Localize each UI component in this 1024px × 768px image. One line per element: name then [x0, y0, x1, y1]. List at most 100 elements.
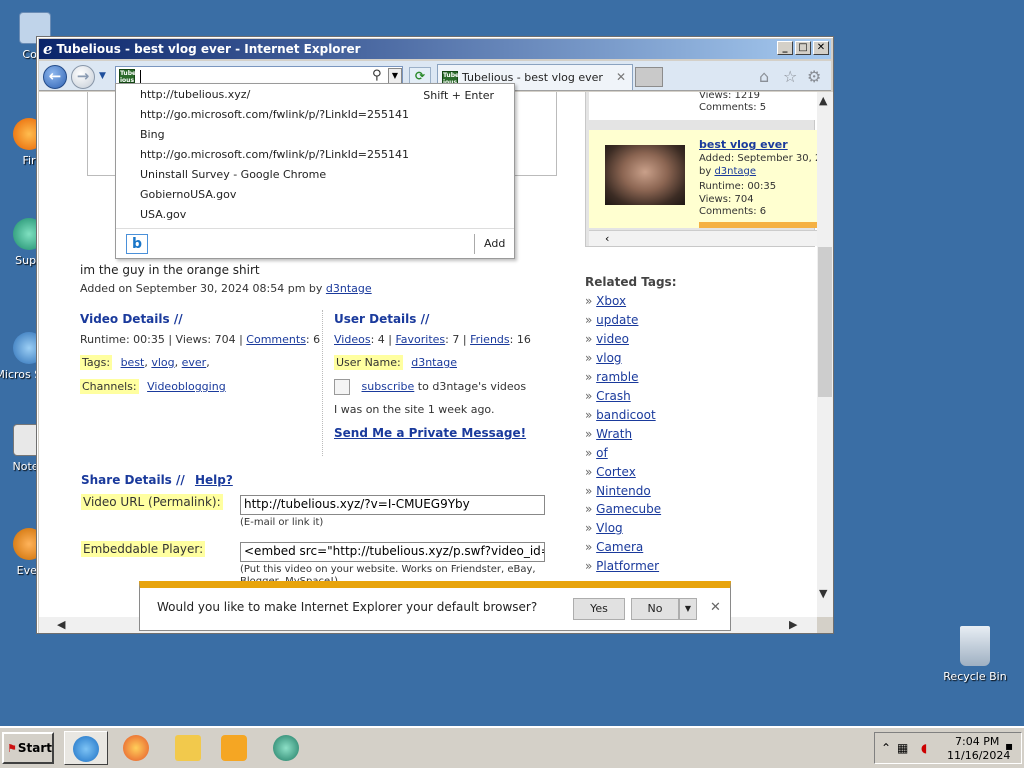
- related-video-title-link[interactable]: best vlog ever: [699, 138, 788, 151]
- arrow-right-icon: →: [76, 67, 90, 85]
- scrollbar-thumb[interactable]: [818, 247, 832, 397]
- related-tag-link[interactable]: bandicoot: [596, 408, 656, 422]
- arrow-left-icon: ←: [48, 67, 62, 85]
- show-desktop-icon[interactable]: ▪: [1005, 739, 1013, 753]
- username-link[interactable]: d3ntage: [411, 356, 457, 369]
- related-tag-link[interactable]: Wrath: [596, 427, 632, 441]
- video-stats: Runtime: 00:35 | Views: 704 | Comments: …: [80, 333, 321, 346]
- network-icon[interactable]: ▦: [897, 741, 908, 755]
- close-icon[interactable]: ✕: [710, 600, 721, 615]
- related-video-item[interactable]: best vlog ever Added: September 30, 202 …: [589, 130, 817, 228]
- related-tag-link[interactable]: ramble: [596, 370, 638, 384]
- uploader-link[interactable]: d3ntage: [326, 282, 372, 295]
- added-info: Added on September 30, 2024 08:54 pm by …: [80, 282, 372, 295]
- suggestion-item[interactable]: USA.gov: [140, 206, 186, 224]
- clock-date[interactable]: 11/16/2024: [947, 749, 1010, 762]
- related-tag-link[interactable]: update: [596, 313, 638, 327]
- bing-icon[interactable]: b: [126, 234, 148, 254]
- search-icon[interactable]: ⚲: [372, 68, 382, 83]
- subscribe-link[interactable]: subscribe: [362, 380, 415, 393]
- related-tag-link[interactable]: vlog: [596, 351, 621, 365]
- related-tag-link[interactable]: Platformer: [596, 559, 659, 573]
- minimize-button[interactable]: _: [777, 41, 793, 55]
- tag-link[interactable]: ever: [182, 356, 207, 369]
- gear-icon[interactable]: ⚙: [807, 67, 821, 86]
- no-dropdown-button[interactable]: ▼: [679, 598, 697, 620]
- no-button[interactable]: No: [631, 598, 679, 620]
- channel-link[interactable]: Videoblogging: [147, 380, 226, 393]
- related-video-user-link[interactable]: d3ntage: [714, 166, 756, 177]
- related-tag-link[interactable]: Nintendo: [596, 484, 651, 498]
- related-tag-link[interactable]: Camera: [596, 540, 643, 554]
- related-tag-link[interactable]: Crash: [596, 389, 631, 403]
- volume-muted-icon[interactable]: ◖: [921, 741, 927, 755]
- suggestion-item[interactable]: http://go.microsoft.com/fwlink/p/?LinkId…: [140, 106, 409, 124]
- related-tag-link[interactable]: Vlog: [596, 521, 623, 535]
- back-button[interactable]: ←: [43, 65, 67, 89]
- user-details-heading: User Details //: [334, 312, 430, 326]
- suggestion-item[interactable]: http://tubelious.xyz/: [140, 86, 250, 104]
- related-tag-link[interactable]: Xbox: [596, 294, 626, 308]
- title-bar[interactable]: e Tubelious - best vlog ever - Internet …: [39, 39, 831, 59]
- column-divider: [322, 310, 323, 456]
- address-dropdown-button[interactable]: ▼: [388, 68, 402, 84]
- maximize-button[interactable]: □: [795, 41, 811, 55]
- history-dropdown-icon[interactable]: ▼: [99, 71, 106, 81]
- video-url-field[interactable]: http://tubelious.xyz/?v=I-CMUEG9Yby: [240, 495, 545, 515]
- start-button[interactable]: ⚑Start: [2, 732, 54, 764]
- suggestion-item[interactable]: GobiernoUSA.gov: [140, 186, 236, 204]
- new-tab-button[interactable]: [635, 67, 663, 87]
- favorites-star-icon[interactable]: ☆: [783, 67, 797, 86]
- favorites-link[interactable]: Favorites: [395, 333, 445, 346]
- tag-link[interactable]: best: [121, 356, 145, 369]
- taskbar-media-player[interactable]: [212, 731, 256, 765]
- related-tag-link[interactable]: video: [596, 332, 629, 346]
- close-button[interactable]: ✕: [813, 41, 829, 55]
- related-tag-link[interactable]: of: [596, 446, 608, 460]
- scroll-left-icon[interactable]: ◀: [57, 618, 65, 631]
- taskbar-app[interactable]: [264, 731, 308, 765]
- suggestion-item[interactable]: http://go.microsoft.com/fwlink/p/?LinkId…: [140, 146, 409, 164]
- private-message-link[interactable]: Send Me a Private Message!: [334, 426, 526, 440]
- comments-link[interactable]: Comments: [246, 333, 306, 346]
- suggestion-item[interactable]: Bing: [140, 126, 165, 144]
- chevron-down-icon: ▼: [684, 604, 692, 613]
- scroll-down-icon[interactable]: ▼: [819, 587, 827, 600]
- forward-button[interactable]: →: [71, 65, 95, 89]
- shortcut-hint: Shift + Enter: [423, 89, 494, 102]
- username-row: User Name: d3ntage: [334, 355, 457, 370]
- related-tag-link[interactable]: Gamecube: [596, 502, 661, 516]
- related-horizontal-scrollbar[interactable]: ‹: [589, 230, 817, 246]
- add-search-provider-button[interactable]: Add: [484, 237, 505, 250]
- suggestion-item[interactable]: Uninstall Survey - Google Chrome: [140, 166, 326, 184]
- user-stats: Videos: 4 | Favorites: 7 | Friends: 16: [334, 333, 531, 346]
- embed-code-field[interactable]: <embed src="http://tubelious.xyz/p.swf?v…: [240, 542, 545, 562]
- username-label: User Name:: [334, 355, 403, 370]
- taskbar-firefox[interactable]: [114, 731, 158, 765]
- taskbar-file-explorer[interactable]: [166, 731, 210, 765]
- related-tag-item: » Gamecube: [585, 502, 662, 516]
- yes-button[interactable]: Yes: [573, 598, 625, 620]
- scroll-up-icon[interactable]: ▲: [819, 94, 827, 107]
- video-thumbnail[interactable]: [605, 145, 685, 205]
- clock-time[interactable]: 7:04 PM: [955, 735, 999, 748]
- tab-close-icon[interactable]: ✕: [616, 70, 626, 84]
- related-tag-item: » bandicoot: [585, 408, 656, 422]
- channels-row: Channels: Videoblogging: [80, 379, 226, 394]
- desktop-icon-recycle-bin[interactable]: Recycle Bin: [940, 626, 1010, 683]
- related-tag-link[interactable]: Cortex: [596, 465, 636, 479]
- taskbar-internet-explorer[interactable]: [64, 731, 108, 765]
- scroll-left-icon[interactable]: ‹: [605, 232, 609, 245]
- address-input[interactable]: [138, 68, 338, 84]
- show-hidden-icons-icon[interactable]: ⌃: [881, 741, 891, 755]
- home-icon[interactable]: ⌂: [759, 67, 769, 86]
- videos-link[interactable]: Videos: [334, 333, 371, 346]
- subscribe-icon: [334, 379, 350, 395]
- related-video-item[interactable]: Views: 1219 Comments: 5: [589, 92, 817, 120]
- vertical-scrollbar[interactable]: ▲ ▼: [817, 92, 833, 617]
- friends-link[interactable]: Friends: [470, 333, 510, 346]
- tag-link[interactable]: vlog: [151, 356, 174, 369]
- help-link[interactable]: Help?: [195, 473, 233, 487]
- scroll-right-icon[interactable]: ▶: [789, 618, 797, 631]
- playlist-button-strip[interactable]: [699, 222, 817, 228]
